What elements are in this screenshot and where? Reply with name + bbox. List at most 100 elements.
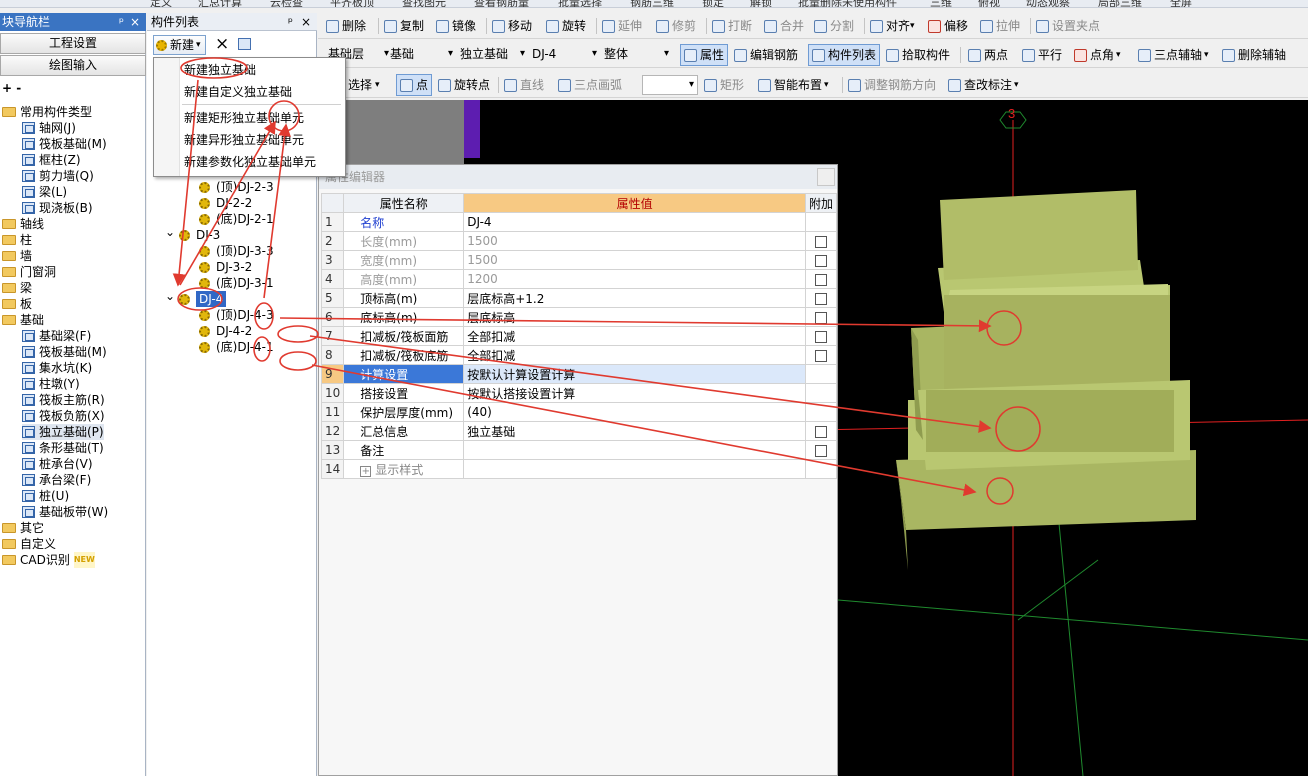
property-row[interactable]: 7 扣减板/筏板面筋 全部扣减 — [320, 326, 838, 346]
menu-item-new-rect-unit[interactable]: 新建矩形独立基础单元 — [184, 108, 304, 128]
extra-checkbox[interactable] — [814, 273, 827, 286]
property-editor-titlebar[interactable]: 属性编辑器 — [319, 165, 837, 189]
component-tree-item[interactable]: (底)DJ-2-1 — [199, 211, 274, 227]
extra-checkbox[interactable] — [814, 311, 827, 324]
nav-folder[interactable]: 门窗洞 — [2, 264, 56, 280]
new-component-button[interactable]: 新建 ▾ — [153, 35, 206, 55]
property-value[interactable]: 全部扣减 — [463, 326, 806, 346]
nav-item[interactable]: 框柱(Z) — [22, 152, 81, 168]
category-select[interactable]: 基础 — [386, 45, 456, 65]
nav-item[interactable]: 现浇板(B) — [22, 200, 93, 216]
nav-item[interactable]: 筏板基础(M) — [22, 344, 107, 360]
split-button[interactable]: 分割 — [814, 15, 854, 37]
expand-icon[interactable]: + — [360, 465, 372, 477]
move-button[interactable]: 移动 — [492, 15, 532, 37]
extra-checkbox[interactable] — [814, 254, 827, 267]
mirror-button[interactable]: 镜像 — [436, 15, 476, 37]
property-row[interactable]: 3 宽度(mm) 1500 — [320, 250, 838, 270]
property-value[interactable]: 全部扣减 — [463, 345, 806, 365]
nav-item[interactable]: 条形基础(T) — [22, 440, 104, 456]
close-icon[interactable]: × — [130, 13, 140, 31]
nav-folder[interactable]: 柱 — [2, 232, 32, 248]
property-value[interactable] — [463, 459, 806, 479]
property-value[interactable]: 1500 — [463, 231, 806, 251]
extra-checkbox[interactable] — [814, 444, 827, 457]
nav-folder[interactable]: 梁 — [2, 280, 32, 296]
select-button[interactable]: 选择 ▾ — [348, 74, 380, 96]
top-toolbar-item[interactable]: 云检查 — [270, 0, 303, 7]
arc-button[interactable]: 三点画弧 — [558, 74, 622, 96]
pick-component-button[interactable]: 拾取构件 — [886, 44, 950, 66]
arc-option-select[interactable] — [642, 75, 698, 95]
property-value[interactable]: DJ-4 — [463, 212, 806, 232]
property-row[interactable]: 11 保护层厚度(mm) (40) — [320, 402, 838, 422]
nav-item[interactable]: 剪力墙(Q) — [22, 168, 94, 184]
point-draw-button[interactable]: 点 — [396, 74, 433, 96]
nav-folder[interactable]: CAD识别 NEW — [2, 552, 95, 568]
property-row[interactable]: 6 底标高(m) 层底标高 — [320, 307, 838, 327]
align-button[interactable]: 对齐 ▾ — [870, 15, 915, 37]
component-tree-item[interactable]: ⌄ DJ-3 — [165, 225, 220, 243]
property-value[interactable]: 层底标高+1.2 — [463, 288, 806, 308]
extra-checkbox[interactable] — [814, 235, 827, 248]
top-toolbar-item[interactable]: 批量选择 — [558, 0, 602, 7]
chevron-down-icon[interactable]: ⌄ — [165, 224, 175, 240]
nav-item[interactable]: 独立基础(P) — [22, 424, 104, 440]
property-value[interactable]: (40) — [463, 402, 806, 422]
nav-item[interactable]: 筏板主筋(R) — [22, 392, 105, 408]
top-toolbar-item[interactable]: 三维 — [930, 0, 952, 7]
top-toolbar-item[interactable]: 查看钢筋量 — [474, 0, 529, 7]
component-tree-item[interactable]: (顶)DJ-3-3 — [199, 243, 274, 259]
component-tree-item[interactable]: (顶)DJ-4-3 — [199, 307, 274, 323]
top-toolbar-item[interactable]: 动态观察 — [1026, 0, 1070, 7]
top-toolbar-item[interactable]: 定义 — [150, 0, 172, 7]
property-row[interactable]: 2 长度(mm) 1500 — [320, 231, 838, 251]
nav-item[interactable]: 筏板负筋(X) — [22, 408, 105, 424]
top-toolbar-item[interactable]: 批量删除未使用构件 — [798, 0, 897, 7]
menu-item-new-isolated-footing[interactable]: 新建独立基础 — [184, 60, 256, 80]
component-select[interactable]: DJ-4 — [528, 45, 600, 65]
break-button[interactable]: 打断 — [712, 15, 752, 37]
extra-checkbox[interactable] — [814, 330, 827, 343]
extra-checkbox[interactable] — [814, 425, 827, 438]
nav-item[interactable]: 基础板带(W) — [22, 504, 108, 520]
top-toolbar-item[interactable]: 俯视 — [978, 0, 1000, 7]
close-icon[interactable]: × — [301, 13, 311, 31]
merge-button[interactable]: 合并 — [764, 15, 804, 37]
top-toolbar-item[interactable]: 解锁 — [750, 0, 772, 7]
top-toolbar-item[interactable]: 局部三维 — [1098, 0, 1142, 7]
set-grip-button[interactable]: 设置夹点 — [1036, 15, 1100, 37]
property-value[interactable]: 1500 — [463, 250, 806, 270]
project-settings-button[interactable]: 工程设置 — [0, 33, 146, 54]
pin-icon[interactable]: ᵖ — [288, 13, 293, 31]
nav-folder[interactable]: 自定义 — [2, 536, 56, 552]
close-icon[interactable] — [817, 168, 835, 186]
nav-folder[interactable]: 常用构件类型 — [2, 104, 92, 120]
top-toolbar-item[interactable]: 锁定 — [702, 0, 724, 7]
pin-icon[interactable]: ᵖ — [119, 13, 124, 31]
check-label-button[interactable]: 查改标注 ▾ — [948, 74, 1019, 96]
adjust-rebar-direction-button[interactable]: 调整钢筋方向 — [848, 74, 936, 96]
extra-checkbox[interactable] — [814, 292, 827, 305]
copy-button[interactable]: 复制 — [384, 15, 424, 37]
parallel-axis-button[interactable]: 平行 — [1022, 44, 1062, 66]
nav-folder[interactable]: 轴线 — [2, 216, 44, 232]
nav-item[interactable]: 轴网(J) — [22, 120, 76, 136]
line-button[interactable]: 直线 — [504, 74, 544, 96]
top-toolbar-item[interactable]: 钢筋三维 — [630, 0, 674, 7]
component-tree-item[interactable]: (顶)DJ-2-3 — [199, 179, 274, 195]
top-toolbar-item[interactable]: 查找图元 — [402, 0, 446, 7]
rect-button[interactable]: 矩形 — [704, 74, 744, 96]
nav-item[interactable]: 承台梁(F) — [22, 472, 91, 488]
menu-item-new-parametric-unit[interactable]: 新建参数化独立基础单元 — [184, 152, 316, 172]
component-tree-item[interactable]: DJ-3-2 — [199, 259, 252, 275]
type-select[interactable]: 独立基础 — [456, 45, 528, 65]
nav-item[interactable]: 桩承台(V) — [22, 456, 93, 472]
nav-item[interactable]: 筏板基础(M) — [22, 136, 107, 152]
nav-folder[interactable]: 板 — [2, 296, 32, 312]
copy-component-icon[interactable] — [238, 38, 251, 50]
two-point-axis-button[interactable]: 两点 — [968, 44, 1008, 66]
footing-dj4-3d[interactable] — [896, 190, 1196, 570]
menu-item-new-irregular-unit[interactable]: 新建异形独立基础单元 — [184, 130, 304, 150]
menu-item-new-custom-footing[interactable]: 新建自定义独立基础 — [184, 82, 292, 102]
